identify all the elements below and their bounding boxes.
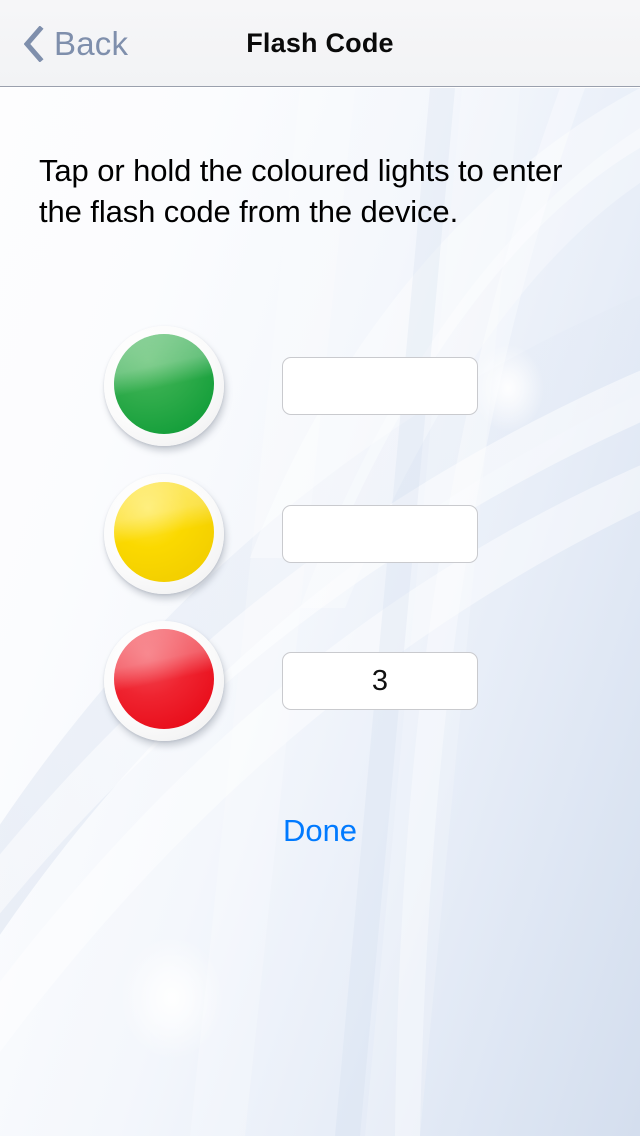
chevron-left-icon bbox=[24, 25, 44, 62]
lamp-face-red bbox=[114, 629, 214, 729]
instructions-text: Tap or hold the coloured lights to enter… bbox=[39, 153, 563, 229]
lamp-face-green bbox=[114, 334, 214, 434]
light-row-green bbox=[0, 326, 640, 446]
light-button-red[interactable] bbox=[104, 621, 224, 741]
code-field-green[interactable] bbox=[282, 357, 478, 415]
light-button-green[interactable] bbox=[104, 326, 224, 446]
flash-code-screen: Back Flash Code Tap or hold the coloured… bbox=[0, 0, 640, 1136]
lamp-face-yellow bbox=[114, 482, 214, 582]
done-button[interactable]: Done bbox=[0, 813, 640, 849]
code-field-yellow[interactable] bbox=[282, 505, 478, 563]
main-content: Tap or hold the coloured lights to enter… bbox=[0, 88, 640, 1136]
back-button[interactable]: Back bbox=[14, 0, 138, 87]
navigation-bar: Back Flash Code bbox=[0, 0, 640, 87]
code-field-red[interactable]: 3 bbox=[282, 652, 478, 710]
light-button-yellow[interactable] bbox=[104, 474, 224, 594]
light-row-red: 3 bbox=[0, 621, 640, 741]
light-row-yellow bbox=[0, 474, 640, 594]
back-button-label: Back bbox=[54, 25, 129, 62]
